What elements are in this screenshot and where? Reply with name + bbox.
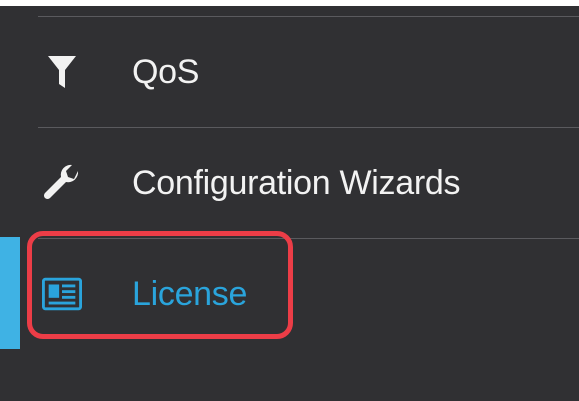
sidebar-item-qos[interactable]: QoS bbox=[0, 17, 579, 127]
sidebar-item-label: Configuration Wizards bbox=[132, 163, 461, 202]
sidebar-item-label: QoS bbox=[132, 52, 200, 91]
sidebar-item-label: License bbox=[132, 274, 248, 313]
top-border bbox=[0, 0, 579, 6]
wrench-icon bbox=[42, 163, 82, 203]
sidebar-nav: QoS Configuration Wizards License bbox=[0, 0, 579, 401]
sidebar-item-configuration-wizards[interactable]: Configuration Wizards bbox=[0, 128, 579, 238]
sidebar-item-license[interactable]: License bbox=[0, 239, 579, 349]
license-icon bbox=[42, 274, 82, 314]
filter-icon bbox=[42, 52, 82, 92]
